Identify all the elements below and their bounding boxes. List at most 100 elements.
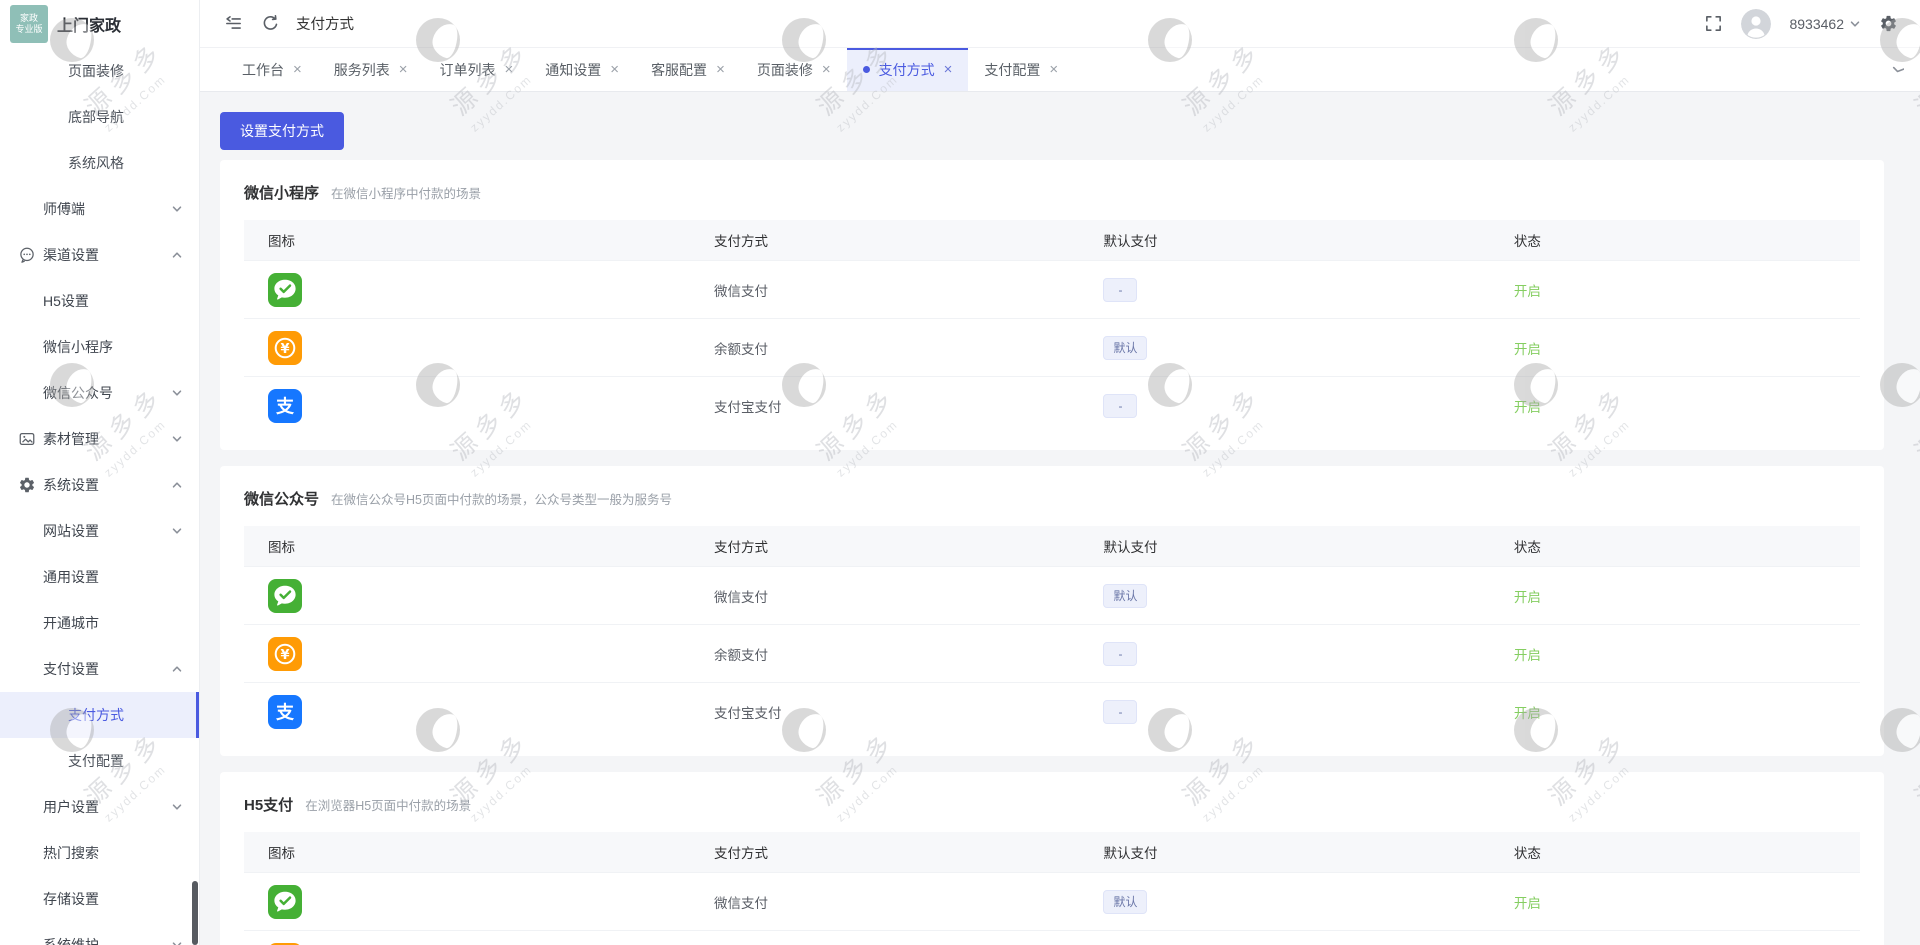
sidebar-item-wechat-miniprogram[interactable]: 微信小程序 [0,324,199,370]
default-badge[interactable]: 默认 [1103,890,1147,914]
sidebar-item-label: 渠道设置 [43,245,99,265]
status-cell[interactable]: 开启 [1490,396,1860,416]
sidebar-item-general-settings[interactable]: 通用设置 [0,554,199,600]
sidebar-item-master-app[interactable]: 师傅端 [0,186,199,232]
tab-service-list[interactable]: 服务列表× [318,48,424,91]
payment-table: 图标支付方式默认支付状态微信支付-开启¥余额支付默认开启支支付宝支付-开启 [244,220,1860,434]
table-header-cell: 状态 [1490,842,1860,862]
wechat-pay-icon [268,579,302,613]
table-header-row: 图标支付方式默认支付状态 [244,220,1860,260]
payment-section-card: H5支付在浏览器H5页面中付款的场景图标支付方式默认支付状态微信支付默认开启¥ [220,772,1884,945]
sidebar-item-h5-settings[interactable]: H5设置 [0,278,199,324]
close-icon[interactable]: × [944,62,953,77]
method-cell: 支付宝支付 [690,702,1079,722]
close-icon[interactable]: × [716,62,725,77]
default-badge[interactable]: 默认 [1103,336,1147,360]
table-header-cell: 支付方式 [690,842,1079,862]
status-cell[interactable]: 开启 [1490,586,1860,606]
tab-customer-service[interactable]: 客服配置× [635,48,741,91]
sidebar-item-wechat-official[interactable]: 微信公众号 [0,370,199,416]
app-window: 家政 专业版 上门家政 页面装修底部导航系统风格师傅端渠道设置 H5设置微信小程序… [0,0,1920,945]
status-cell[interactable]: 开启 [1490,644,1860,664]
table-row: 支支付宝支付 - 开启 [244,682,1860,740]
sidebar-menu: 页面装修底部导航系统风格师傅端渠道设置 H5设置微信小程序微信公众号素材管理系统设… [0,48,199,945]
top-bar: 支付方式 8933462 [200,0,1920,48]
default-badge[interactable]: - [1103,700,1137,724]
status-cell[interactable]: 开启 [1490,280,1860,300]
wechat-pay-icon [268,885,302,919]
sidebar-scrollbar-thumb[interactable] [192,881,198,945]
chevron-down-icon [171,525,183,537]
table-header-cell: 默认支付 [1079,536,1489,556]
default-badge[interactable]: - [1103,642,1137,666]
chevron-down-icon [171,433,183,445]
tab-workbench[interactable]: 工作台 × [226,48,318,91]
icon-cell: ¥ [244,331,690,365]
default-cell: - [1079,700,1489,724]
logo-line1: 家政 [20,13,38,24]
payment-table: 图标支付方式默认支付状态微信支付默认开启¥ [244,832,1860,945]
sidebar-item-label: 用户设置 [43,797,99,817]
tab-payment-config[interactable]: 支付配置× [968,48,1074,91]
sidebar-item-label: 支付配置 [68,751,124,771]
section-subtitle: 在微信公众号H5页面中付款的场景，公众号类型一般为服务号 [331,489,672,508]
tab-list-chevron-down-icon[interactable] [1874,48,1920,91]
sidebar-item-payment-config[interactable]: 支付配置 [0,738,199,784]
default-badge[interactable]: - [1103,278,1137,302]
chevron-up-icon [171,663,183,675]
svg-text:支: 支 [275,395,295,416]
sidebar-item-channel-settings[interactable]: 渠道设置 [0,232,199,278]
sidebar-item-label: 师傅端 [43,199,85,219]
sidebar-item-website-settings[interactable]: 网站设置 [0,508,199,554]
icon-cell: 支 [244,695,690,729]
close-icon[interactable]: × [1049,62,1058,77]
tab-payment-methods[interactable]: 支付方式× [847,48,969,91]
sidebar-item-bottom-nav[interactable]: 底部导航 [0,94,199,140]
sidebar-item-payment-settings[interactable]: 支付设置 [0,646,199,692]
payment-section-card: 微信公众号在微信公众号H5页面中付款的场景，公众号类型一般为服务号图标支付方式默… [220,466,1884,756]
image-icon [18,430,36,448]
sidebar-item-system-settings[interactable]: 系统设置 [0,462,199,508]
avatar[interactable] [1741,9,1771,39]
close-icon[interactable]: × [399,62,408,77]
section-header: H5支付在浏览器H5页面中付款的场景 [244,794,1860,816]
icon-cell [244,885,690,919]
status-cell[interactable]: 开启 [1490,892,1860,912]
sidebar-item-page-decoration[interactable]: 页面装修 [0,48,199,94]
user-menu[interactable]: 8933462 [1789,16,1861,32]
tab-order-list[interactable]: 订单列表× [424,48,530,91]
default-badge[interactable]: - [1103,394,1137,418]
sidebar-item-open-cities[interactable]: 开通城市 [0,600,199,646]
sidebar-item-storage-settings[interactable]: 存储设置 [0,876,199,922]
chevron-down-icon [1849,18,1861,30]
close-icon[interactable]: × [822,62,831,77]
refresh-icon[interactable] [261,14,280,33]
sidebar-item-system-maintenance[interactable]: 系统维护 [0,922,199,945]
status-cell[interactable]: 开启 [1490,338,1860,358]
default-badge[interactable]: 默认 [1103,584,1147,608]
table-row: 支支付宝支付-开启 [244,376,1860,434]
status-cell[interactable]: 开启 [1490,702,1860,722]
sidebar-item-material-management[interactable]: 素材管理 [0,416,199,462]
app-logo: 家政 专业版 [10,5,48,43]
sidebar-item-payment-methods[interactable]: 支付方式 [0,692,199,738]
logo-row[interactable]: 家政 专业版 上门家政 [0,0,199,48]
table-header-cell: 图标 [244,230,690,250]
fullscreen-icon[interactable] [1704,14,1723,33]
tab-label: 工作台 [242,60,284,80]
close-icon[interactable]: × [505,62,514,77]
chevron-down-icon [171,387,183,399]
close-icon[interactable]: × [293,62,302,77]
set-payment-method-button[interactable]: 设置支付方式 [220,112,344,150]
sidebar-item-system-style[interactable]: 系统风格 [0,140,199,186]
close-icon[interactable]: × [610,62,619,77]
tab-notification-settings[interactable]: 通知设置× [529,48,635,91]
settings-gear-icon[interactable] [1879,14,1898,33]
tab-page-decoration[interactable]: 页面装修× [741,48,847,91]
sidebar-item-label: 支付设置 [43,659,99,679]
sidebar-item-user-settings[interactable]: 用户设置 [0,784,199,830]
sections-container: 微信小程序在微信小程序中付款的场景图标支付方式默认支付状态微信支付-开启¥余额支… [220,160,1884,945]
section-title: 微信公众号 [244,488,319,509]
sidebar-item-hot-search[interactable]: 热门搜索 [0,830,199,876]
collapse-menu-icon[interactable] [224,14,243,33]
